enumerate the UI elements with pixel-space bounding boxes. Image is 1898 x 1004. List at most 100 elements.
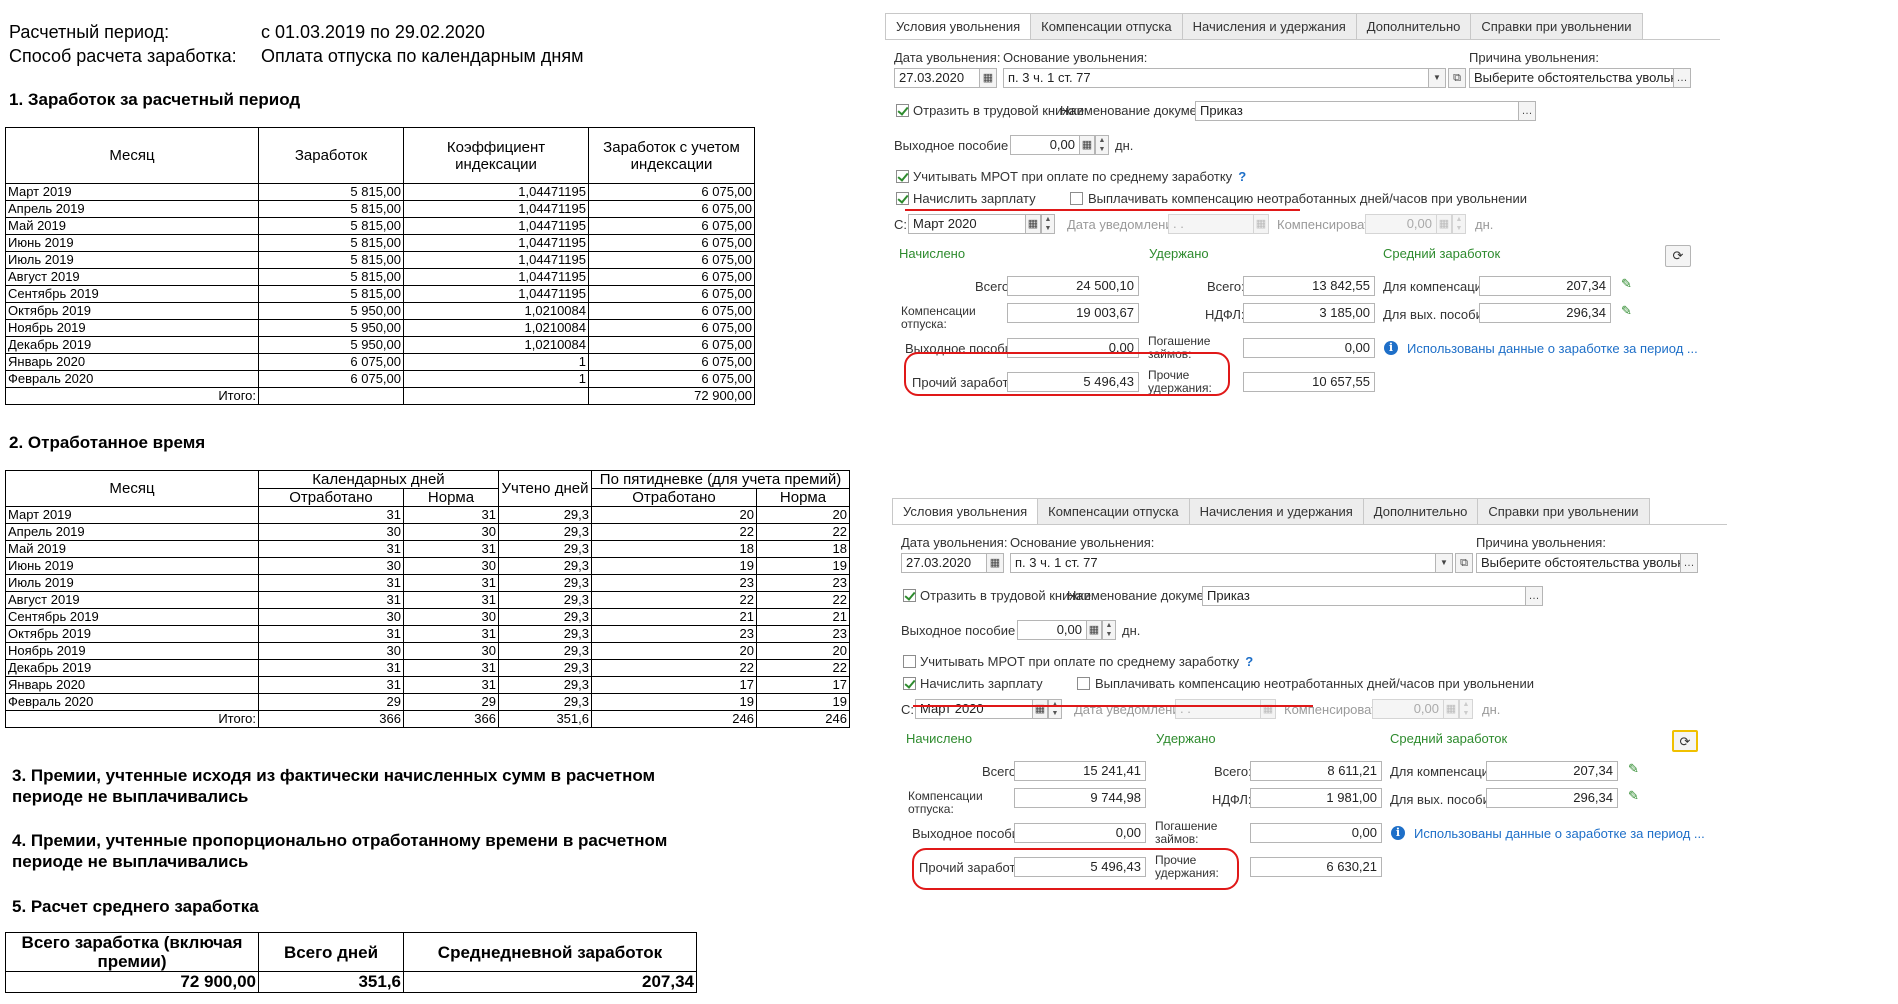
accrued-total-field[interactable]: 24 500,10 (1007, 276, 1139, 296)
compensate-spinner[interactable]: ▲ ▼ (1459, 699, 1473, 719)
basis-field[interactable]: п. 3 ч. 1 ст. 77 (1010, 553, 1436, 573)
indexed-earnings-cell: 6 075,00 (588, 251, 755, 269)
severance-days-field[interactable]: 0,00 (1017, 620, 1087, 640)
chevron-down-icon[interactable]: ▼ (1435, 553, 1453, 573)
norm-days-cell: 31 (403, 506, 499, 524)
doc-name-field[interactable]: Приказ (1195, 101, 1519, 121)
notice-date-field[interactable]: . . (1168, 214, 1254, 234)
open-icon[interactable]: ⧉ (1455, 553, 1473, 573)
calendar-icon[interactable]: ▦ (1025, 214, 1041, 234)
dismissal-date-label: Дата увольнения: (894, 50, 1001, 65)
tab-dismissal-certificates[interactable]: Справки при увольнении (1470, 13, 1643, 39)
dismissal-date-field[interactable]: 27.03.2020 (901, 553, 987, 573)
doc-name-select-button[interactable]: … (1518, 101, 1536, 121)
withheld-total-field[interactable]: 8 611,21 (1250, 761, 1382, 781)
refresh-icon[interactable]: ⟳ (1665, 245, 1691, 267)
doc-name-field[interactable]: Приказ (1202, 586, 1526, 606)
earnings-period-link[interactable]: Использованы данные о заработке за перио… (1414, 826, 1705, 841)
daily-average-value: 207,34 (403, 971, 697, 993)
pencil-icon[interactable]: ✎ (1621, 276, 1632, 292)
tab-vacation-compensation[interactable]: Компенсации отпуска (1030, 13, 1183, 39)
total-row: Итого: 366 366 351,6 246 246 (5, 710, 850, 728)
calendar-icon[interactable]: ▦ (979, 68, 997, 88)
coefficient-cell: 1,04471195 (403, 268, 589, 286)
coefficient-cell: 1,04471195 (403, 200, 589, 218)
compensate-field[interactable]: 0,00 (1372, 699, 1444, 719)
other-withheld-field[interactable]: 6 630,21 (1250, 857, 1382, 877)
pencil-icon[interactable]: ✎ (1628, 761, 1639, 777)
col-header-worked: Отработано (258, 488, 404, 507)
severance-pay-field[interactable]: 0,00 (1014, 823, 1146, 843)
earnings-period-link[interactable]: Использованы данные о заработке за перио… (1407, 341, 1698, 356)
from-month-field[interactable]: Март 2020 (915, 699, 1033, 719)
avg-severance-field[interactable]: 296,34 (1479, 303, 1611, 323)
tab-dismissal-certificates[interactable]: Справки при увольнении (1477, 498, 1650, 524)
tab-additional[interactable]: Дополнительно (1355, 13, 1472, 39)
avg-severance-field[interactable]: 296,34 (1486, 788, 1618, 808)
tab-accruals-deductions[interactable]: Начисления и удержания (1181, 13, 1357, 39)
calendar-icon[interactable]: ▦ (1253, 214, 1269, 234)
dismissal-date-label: Дата увольнения: (901, 535, 1008, 550)
refresh-icon[interactable]: ⟳ (1672, 730, 1698, 752)
from-month-field[interactable]: Март 2020 (908, 214, 1026, 234)
mrot-checkbox[interactable] (903, 655, 916, 668)
reason-select-button[interactable]: … (1680, 553, 1698, 573)
loans-field[interactable]: 0,00 (1243, 338, 1375, 358)
chevron-down-icon[interactable]: ▼ (1428, 68, 1446, 88)
tab-dismissal-conditions[interactable]: Условия увольнения (892, 498, 1039, 525)
dismissal-date-field[interactable]: 27.03.2020 (894, 68, 980, 88)
reason-field[interactable]: Выберите обстоятельства увольнения... (1476, 553, 1681, 573)
worked-days-cell: 30 (258, 557, 404, 575)
severance-days-field[interactable]: 0,00 (1010, 135, 1080, 155)
loans-field[interactable]: 0,00 (1250, 823, 1382, 843)
calculator-icon[interactable]: ▦ (1443, 699, 1459, 719)
accrue-salary-checkbox[interactable] (903, 677, 916, 690)
severance-spinner[interactable]: ▲ ▼ (1102, 620, 1116, 640)
reason-field[interactable]: Выберите обстоятельства увольнения... (1469, 68, 1674, 88)
worked-days-cell: 31 (258, 659, 404, 677)
pay-compensation-checkbox[interactable] (1077, 677, 1090, 690)
compensate-spinner[interactable]: ▲ ▼ (1452, 214, 1466, 234)
tab-additional[interactable]: Дополнительно (1362, 498, 1479, 524)
ndfl-field[interactable]: 1 981,00 (1250, 788, 1382, 808)
calculator-icon[interactable]: ▦ (1086, 620, 1102, 640)
other-withheld-field[interactable]: 10 657,55 (1243, 372, 1375, 392)
tab-accruals-deductions[interactable]: Начисления и удержания (1188, 498, 1364, 524)
notice-date-field[interactable]: . . (1175, 699, 1261, 719)
mrot-checkbox[interactable] (896, 170, 909, 183)
calendar-icon[interactable]: ▦ (1032, 699, 1048, 719)
worked-days-cell: 29 (258, 693, 404, 711)
calculator-icon[interactable]: ▦ (1079, 135, 1095, 155)
accrue-salary-checkbox[interactable] (896, 192, 909, 205)
avg-compensation-field[interactable]: 207,34 (1486, 761, 1618, 781)
calculator-icon[interactable]: ▦ (1436, 214, 1452, 234)
doc-name-select-button[interactable]: … (1525, 586, 1543, 606)
compensate-field[interactable]: 0,00 (1365, 214, 1437, 234)
tab-dismissal-conditions[interactable]: Условия увольнения (885, 13, 1032, 40)
month-spinner[interactable]: ▲▼ (1048, 699, 1062, 719)
labor-book-checkbox[interactable] (896, 104, 909, 117)
table-row: Март 2019 5 815,00 1,04471195 6 075,00 (5, 183, 755, 201)
severance-spinner[interactable]: ▲ ▼ (1095, 135, 1109, 155)
accrued-total-field[interactable]: 15 241,41 (1014, 761, 1146, 781)
labor-book-checkbox[interactable] (903, 589, 916, 602)
avg-compensation-field[interactable]: 207,34 (1479, 276, 1611, 296)
withheld-total-field[interactable]: 13 842,55 (1243, 276, 1375, 296)
five-day-worked-cell: 23 (591, 625, 757, 643)
tab-vacation-compensation[interactable]: Компенсации отпуска (1037, 498, 1190, 524)
calendar-icon[interactable]: ▦ (1260, 699, 1276, 719)
basis-field[interactable]: п. 3 ч. 1 ст. 77 (1003, 68, 1429, 88)
pencil-icon[interactable]: ✎ (1628, 788, 1639, 804)
calendar-icon[interactable]: ▦ (986, 553, 1004, 573)
norm-days-cell: 30 (403, 523, 499, 541)
pencil-icon[interactable]: ✎ (1621, 303, 1632, 319)
pay-compensation-checkbox[interactable] (1070, 192, 1083, 205)
reason-select-button[interactable]: … (1673, 68, 1691, 88)
total-label: Итого: (5, 387, 259, 405)
vacation-compensation-field[interactable]: 9 744,98 (1014, 788, 1146, 808)
vacation-compensation-field[interactable]: 19 003,67 (1007, 303, 1139, 323)
reason-label: Причина увольнения: (1469, 50, 1599, 65)
month-spinner[interactable]: ▲▼ (1041, 214, 1055, 234)
open-icon[interactable]: ⧉ (1448, 68, 1466, 88)
ndfl-field[interactable]: 3 185,00 (1243, 303, 1375, 323)
